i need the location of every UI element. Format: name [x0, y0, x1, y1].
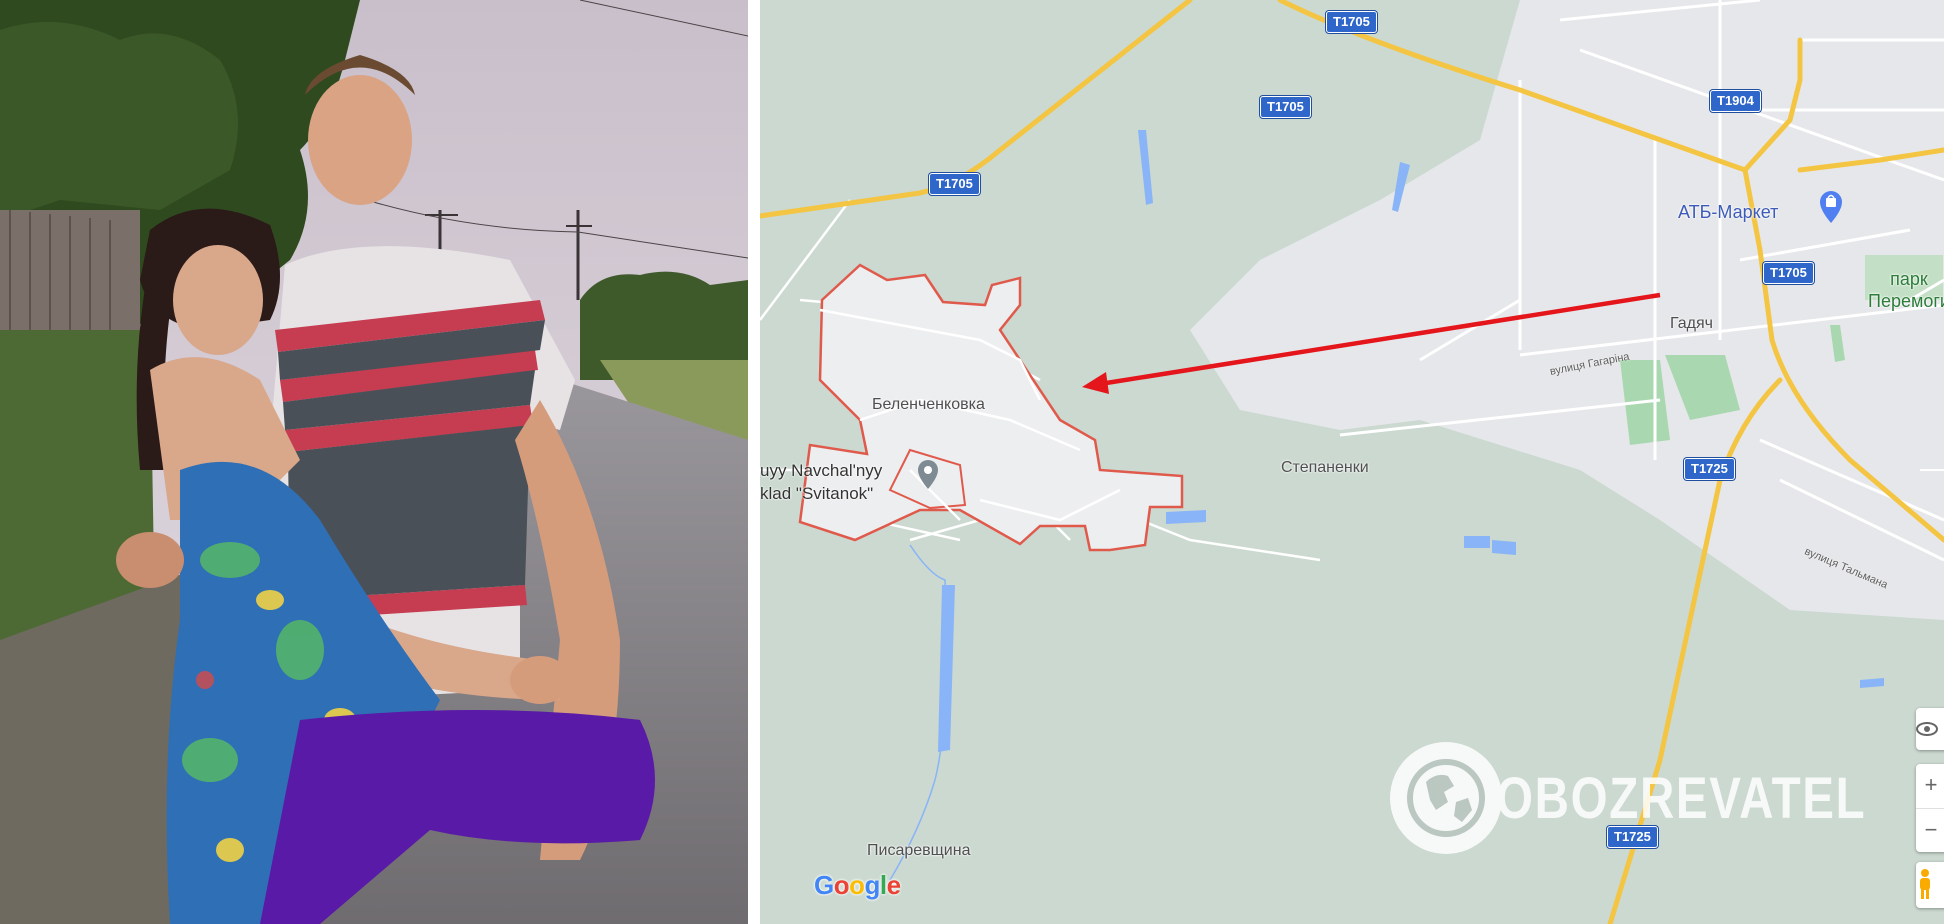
zoom-in-button[interactable]: + [1916, 764, 1944, 809]
place-pin-icon[interactable] [915, 458, 941, 490]
svitanok-label-line1: uyy Navchal'nyy [760, 461, 883, 480]
route-badge-t1705: T1705 [1326, 11, 1377, 33]
route-badge-t1904: T1904 [1710, 90, 1761, 112]
minus-icon: − [1924, 817, 1938, 842]
google-logo-letter: G [814, 870, 834, 900]
couple-photo-image [0, 0, 748, 924]
shopping-bag-pin-icon[interactable] [1816, 188, 1846, 224]
google-logo-letter: o [833, 870, 850, 900]
route-badge-t1705: T1705 [1260, 96, 1311, 118]
atb-market-label[interactable]: АТБ-Маркет [1678, 202, 1778, 223]
hadiach-label: Гадяч [1670, 315, 1713, 332]
street-view-button[interactable] [1916, 708, 1944, 750]
watermark-text: OBOZREVATEL [1496, 765, 1867, 831]
google-logo: Google [814, 870, 901, 901]
park-label[interactable]: парк Перемоги [1868, 268, 1944, 312]
village-label: Беленченковка [872, 396, 985, 413]
google-logo-letter: g [864, 870, 881, 900]
pegman-button[interactable] [1916, 862, 1944, 908]
google-logo-letter: l [879, 870, 887, 900]
svitanok-label-line2: klad "Svitanok" [760, 484, 874, 503]
route-badge-t1705: T1705 [929, 173, 980, 195]
route-badge-t1725: T1725 [1684, 458, 1735, 480]
obozrevatel-watermark: OBOZREVATEL [1388, 740, 1944, 856]
google-logo-letter: o [849, 870, 865, 900]
route-badge-t1705: T1705 [1763, 262, 1814, 284]
stepanenki-label: Степаненки [1281, 459, 1369, 476]
zoom-controls: + − [1916, 764, 1944, 852]
pysarevshchyna-label: Писаревщина [867, 842, 971, 859]
map-view[interactable]: T1705 T1705 T1705 T1705 T1904 T1725 T172… [760, 0, 1944, 924]
panel-divider [748, 0, 760, 924]
google-logo-letter: e [886, 870, 901, 900]
couple-photo [0, 0, 748, 924]
globe-icon [1388, 740, 1502, 856]
zoom-out-button[interactable]: − [1916, 809, 1944, 852]
plus-icon: + [1924, 772, 1938, 797]
